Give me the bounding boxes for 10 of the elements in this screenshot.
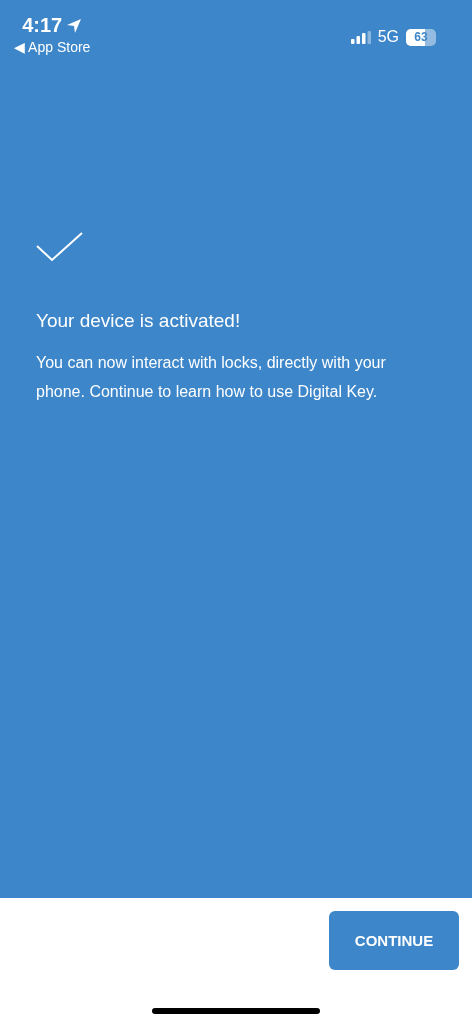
cellular-signal-icon: [350, 30, 371, 44]
network-type: 5G: [377, 28, 399, 46]
back-to-app-link[interactable]: ◀ App Store: [14, 39, 91, 55]
location-arrow-icon: [66, 17, 83, 34]
checkmark-icon: [36, 232, 83, 262]
continue-button[interactable]: CONTINUE: [329, 911, 459, 970]
clock-time: 4:17: [22, 14, 63, 37]
success-title: Your device is activated!: [36, 310, 242, 332]
battery-indicator: 63: [406, 28, 436, 46]
success-message: You can now interact with locks, directly with your phone. Continue to learn how to use Digital Key.: [36, 353, 387, 402]
